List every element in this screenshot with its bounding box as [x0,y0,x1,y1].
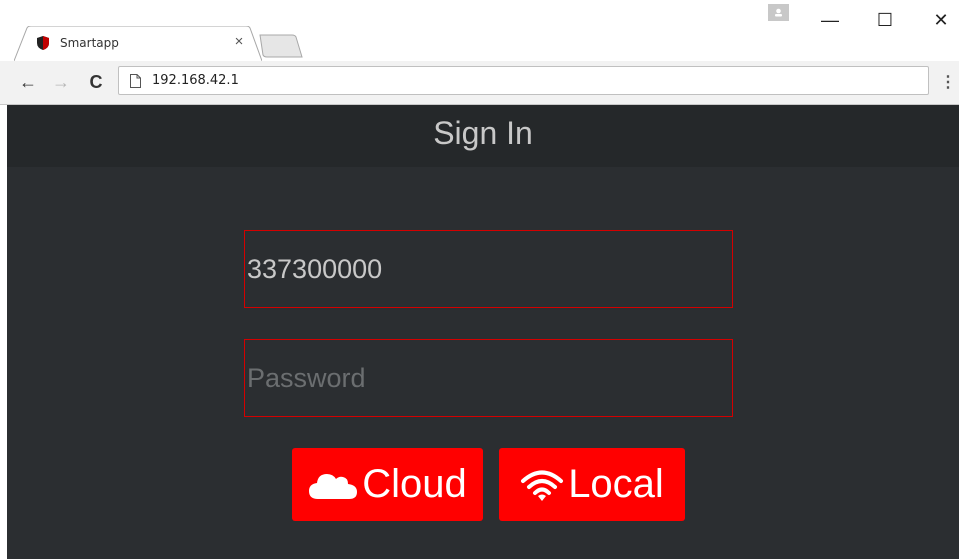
new-tab-button[interactable] [258,33,304,59]
tab-title: Smartapp [60,36,119,50]
wifi-icon [521,470,564,501]
password-field[interactable] [244,339,733,417]
profile-icon[interactable] [768,4,789,21]
local-button[interactable]: Local [499,448,685,521]
tab-close-icon[interactable]: × [231,33,247,51]
signin-page: Sign In Cloud Local [7,105,959,559]
local-button-label: Local [568,462,664,506]
tab-shape [14,26,262,62]
forward-arrow-icon[interactable]: → [50,71,72,93]
browser-titlebar: Smartapp × — ☐ ✕ [0,0,959,62]
address-bar[interactable]: 192.168.42.1 [118,66,929,95]
reload-icon[interactable]: C [85,71,107,93]
close-window-button[interactable]: ✕ [926,10,956,30]
username-field[interactable] [244,230,733,308]
back-arrow-icon[interactable]: ← [17,71,39,93]
shield-favicon-icon [37,36,49,50]
cloud-icon [309,473,358,499]
page-icon [130,74,141,88]
browser-toolbar: ← → C 192.168.42.1 ⋮ [0,61,959,105]
page-title: Sign In [433,115,533,151]
maximize-button[interactable]: ☐ [870,10,900,30]
url-text: 192.168.42.1 [152,73,239,88]
browser-tab[interactable]: Smartapp × [14,26,262,62]
cloud-button[interactable]: Cloud [292,448,483,521]
page-header: Sign In [7,105,959,167]
browser-menu-icon[interactable]: ⋮ [940,73,956,93]
minimize-button[interactable]: — [815,10,845,30]
cloud-button-label: Cloud [362,462,467,506]
